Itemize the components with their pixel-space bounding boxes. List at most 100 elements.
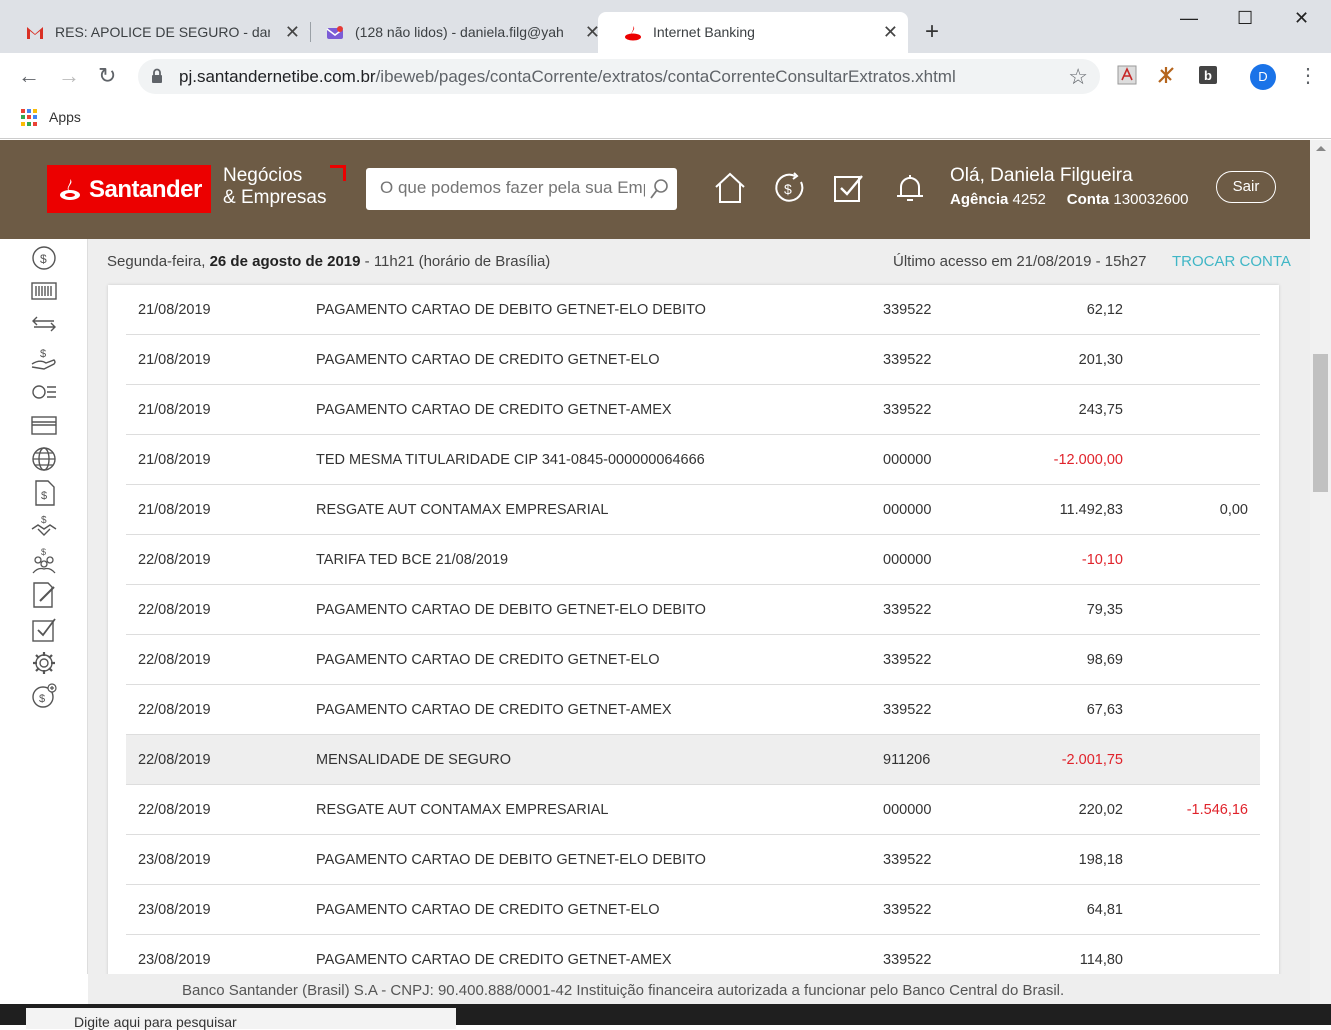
notifications-bell-icon[interactable] (893, 171, 927, 205)
bookmark-star-icon[interactable]: ☆ (1068, 64, 1088, 90)
svg-text:$: $ (40, 252, 47, 266)
page-scrollbar[interactable] (1310, 140, 1331, 1004)
svg-text:$: $ (41, 547, 46, 557)
statement-balance: 0,00 (1219, 502, 1248, 518)
barcode-icon[interactable] (30, 277, 58, 305)
weekday: Segunda-feira, (107, 253, 206, 270)
svg-text:b: b (1204, 68, 1212, 83)
statement-value: 64,81 (1086, 902, 1123, 918)
segment-line-1: Negócios (223, 165, 303, 186)
tab-gmail[interactable]: RES: APOLICE DE SEGURO - danie ✕ (0, 12, 310, 53)
statement-panel: 21/08/2019 PAGAMENTO CARTAO DE DEBITO GET… (108, 285, 1279, 974)
browser-toolbar: ← → ↻ pj.santandernetibe.com.br/ibeweb/p… (0, 53, 1331, 100)
statement-description: PAGAMENTO CARTAO DE DEBITO GETNET-ELO DE… (316, 602, 706, 618)
checklist-icon[interactable] (30, 615, 58, 643)
corner-accent (330, 165, 346, 181)
hand-money-icon[interactable]: $ (30, 344, 58, 372)
close-window-icon[interactable]: ✕ (1294, 8, 1309, 29)
edit-document-icon[interactable] (30, 581, 58, 609)
minimize-icon[interactable]: — (1180, 8, 1198, 29)
apps-grid-icon[interactable] (21, 109, 38, 126)
bank-search[interactable] (366, 168, 677, 210)
address-bar[interactable]: pj.santandernetibe.com.br/ibeweb/pages/c… (138, 59, 1100, 94)
statement-description: RESGATE AUT CONTAMAX EMPRESARIAL (316, 802, 609, 818)
statement-date: 22/08/2019 (138, 752, 211, 768)
statement-description: TARIFA TED BCE 21/08/2019 (316, 552, 509, 568)
account-info: Agência 4252 Conta 130032600 (950, 191, 1189, 208)
approvals-checkbox-icon[interactable] (832, 171, 866, 205)
search-icon[interactable] (649, 178, 669, 200)
statement-date: 23/08/2019 (138, 952, 211, 968)
b-extension-icon[interactable]: b (1198, 65, 1218, 85)
statement-row: 22/08/2019 PAGAMENTO CARTAO DE CREDITO GE… (126, 635, 1260, 685)
forward-arrow-icon[interactable]: → (58, 63, 80, 89)
statement-date: 23/08/2019 (138, 902, 211, 918)
statement-date: 21/08/2019 (138, 502, 211, 518)
reload-icon[interactable]: ↻ (98, 63, 116, 89)
handshake-icon[interactable]: $ (30, 513, 58, 541)
statement-row: 23/08/2019 PAGAMENTO CARTAO DE CREDITO GE… (126, 885, 1260, 935)
statement-document: 911206 (883, 752, 931, 768)
statement-date: 22/08/2019 (138, 702, 211, 718)
credit-card-icon[interactable] (30, 411, 58, 439)
statement-description: PAGAMENTO CARTAO DE DEBITO GETNET-ELO DE… (316, 852, 706, 868)
svg-text:$: $ (784, 181, 792, 197)
home-icon[interactable] (713, 171, 747, 205)
statement-row: 22/08/2019 RESGATE AUT CONTAMAX EMPRESARI… (126, 785, 1260, 835)
statement-document: 339522 (883, 702, 932, 718)
money-plus-icon[interactable]: $ (30, 682, 58, 710)
taskbar-search[interactable]: Digite aqui para pesquisar (26, 1008, 456, 1030)
statement-date: 21/08/2019 (138, 352, 211, 368)
document-money-icon[interactable]: $ (30, 479, 58, 507)
tab-title: RES: APOLICE DE SEGURO - danie (55, 24, 270, 40)
money-list-icon[interactable] (30, 378, 58, 406)
browser-menu-icon[interactable]: ⋮ (1298, 63, 1318, 88)
statement-value: 67,63 (1086, 702, 1123, 718)
globe-icon[interactable] (30, 445, 58, 473)
statement-date: 22/08/2019 (138, 602, 211, 618)
back-arrow-icon[interactable]: ← (18, 63, 40, 89)
statement-row: 21/08/2019 PAGAMENTO CARTAO DE DEBITO GET… (126, 285, 1260, 335)
maximize-icon[interactable]: ☐ (1237, 8, 1253, 29)
bank-search-input[interactable] (380, 178, 645, 198)
scrollbar-thumb[interactable] (1313, 354, 1328, 492)
tab-yahoo-mail[interactable]: (128 não lidos) - daniela.filg@yah ✕ (300, 12, 610, 53)
statement-row: 21/08/2019 PAGAMENTO CARTAO DE CREDITO GE… (126, 385, 1260, 435)
bank-header: Santander Negócios & Empresas $ Olá, Dan… (0, 140, 1310, 239)
switch-account-link[interactable]: TROCAR CONTA (1172, 253, 1291, 270)
money-transfer-icon[interactable]: $ (773, 171, 807, 205)
settings-gear-icon[interactable] (30, 649, 58, 677)
pdf-extension-icon[interactable] (1117, 65, 1137, 85)
bookmarks-bar: Apps (0, 100, 1331, 139)
statement-date: 22/08/2019 (138, 652, 211, 668)
profile-avatar[interactable]: D (1250, 64, 1276, 90)
tab-title: Internet Banking (653, 24, 755, 40)
statement-value: 79,35 (1086, 602, 1123, 618)
money-cycle-icon[interactable]: $ (30, 244, 58, 272)
logout-button[interactable]: Sair (1216, 171, 1276, 203)
statement-description: PAGAMENTO CARTAO DE CREDITO GETNET-ELO (316, 352, 660, 368)
brand-name: Santander (89, 176, 202, 203)
statement-description: PAGAMENTO CARTAO DE CREDITO GETNET-AMEX (316, 402, 672, 418)
tab-internet-banking[interactable]: Internet Banking ✕ (598, 12, 908, 53)
statement-description: PAGAMENTO CARTAO DE CREDITO GETNET-ELO (316, 652, 660, 668)
scroll-up-arrow-icon[interactable] (1316, 146, 1326, 151)
statement-row: 23/08/2019 PAGAMENTO CARTAO DE DEBITO GET… (126, 835, 1260, 885)
main-content: Segunda-feira, 26 de agosto de 2019 - 11… (88, 239, 1310, 974)
santander-logo[interactable]: Santander (47, 165, 211, 213)
tool-extension-icon[interactable] (1156, 65, 1176, 85)
apps-bookmark[interactable]: Apps (49, 109, 81, 125)
new-tab-plus-icon[interactable]: + (925, 18, 939, 46)
team-icon[interactable]: $ (30, 547, 58, 575)
statement-description: PAGAMENTO CARTAO DE CREDITO GETNET-AMEX (316, 702, 672, 718)
statement-value: 243,75 (1078, 402, 1123, 418)
gmail-icon (27, 27, 43, 39)
close-tab-icon[interactable]: ✕ (285, 22, 300, 43)
statement-description: MENSALIDADE DE SEGURO (316, 752, 511, 768)
santander-flame-icon (60, 179, 80, 200)
footer-legal-text: Banco Santander (Brasil) S.A - CNPJ: 90.… (182, 982, 1065, 999)
close-tab-icon[interactable]: ✕ (883, 22, 898, 43)
statement-document: 339522 (883, 952, 932, 968)
transfer-arrows-icon[interactable] (30, 310, 58, 338)
statement-document: 000000 (883, 502, 932, 518)
